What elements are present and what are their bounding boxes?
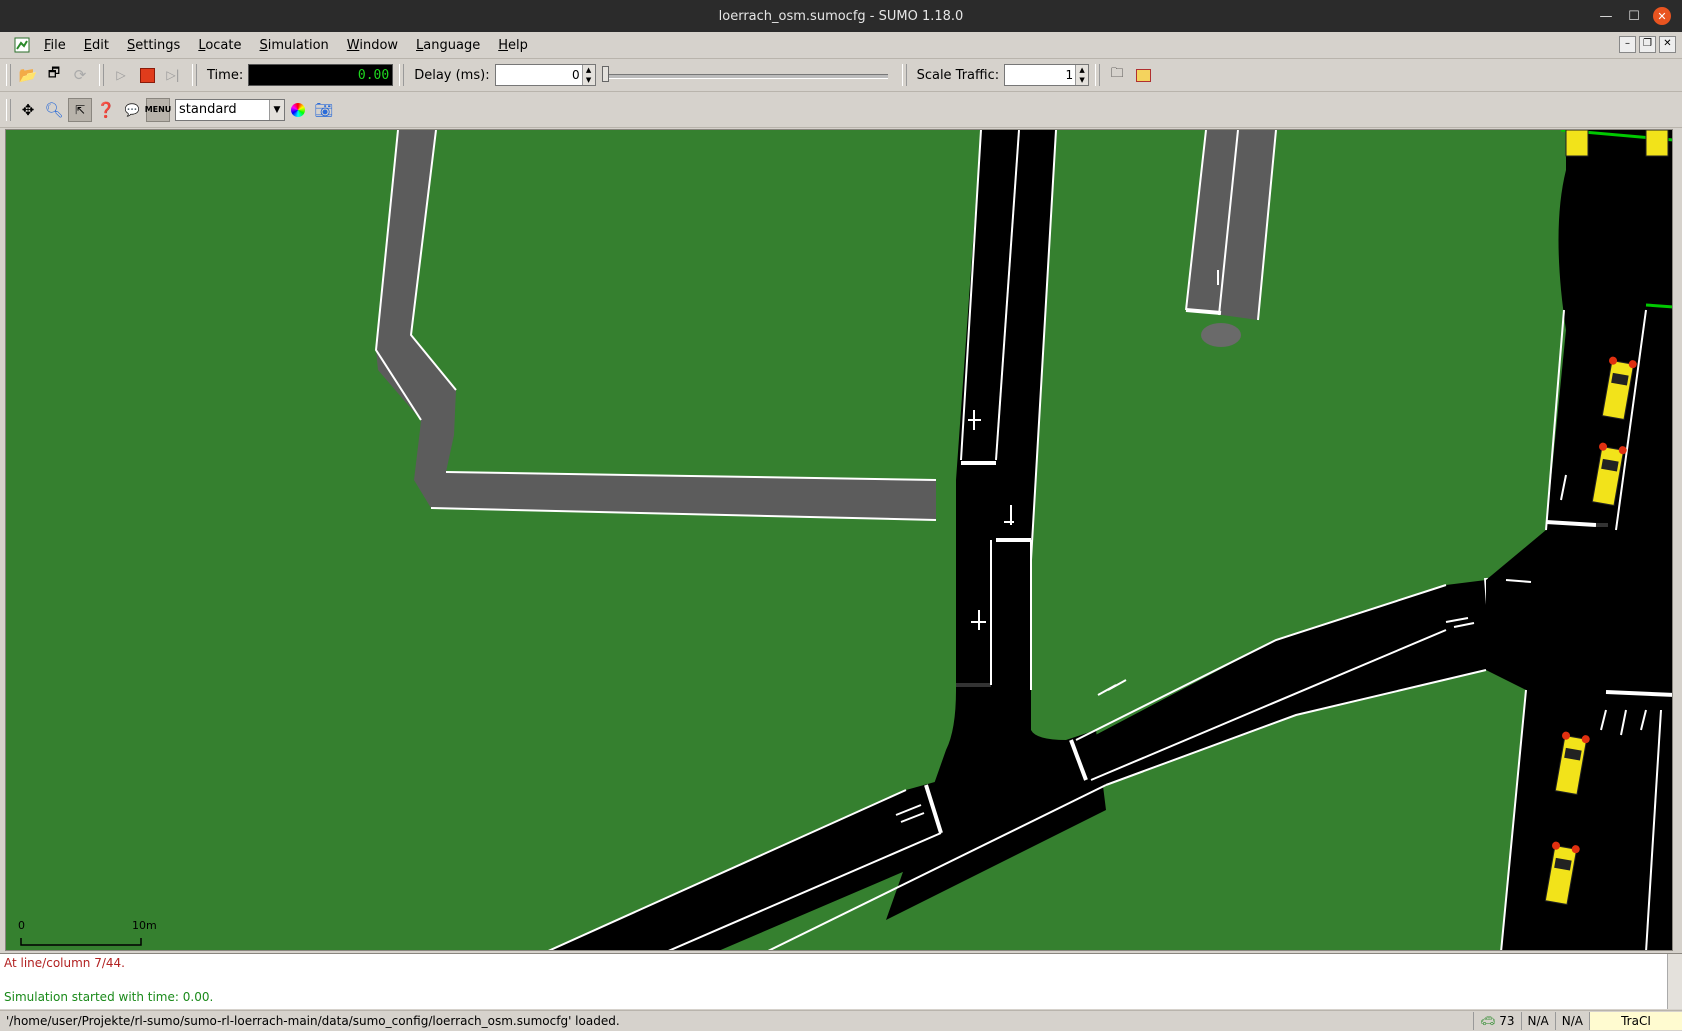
view-toolbar: ✥ 🔍︎ ⇱ ❓ 💬 MENU standard ▼ 📷︎ [0,92,1682,128]
toolbar-grip[interactable] [6,64,11,86]
toolbar-grip[interactable] [6,98,11,121]
edit-coloring-button[interactable] [286,98,310,122]
message-error-line: At line/column 7/44. [4,956,125,970]
scale-bar-end: 10m [132,919,157,932]
new-3d-view-button[interactable] [1131,63,1155,87]
message-info-line: Simulation started with time: 0.00. [4,990,214,1004]
step-icon: ▷| [166,68,180,82]
delay-slider[interactable] [601,64,892,86]
status-cell-2: N/A [1554,1012,1589,1030]
zoom-button[interactable]: 🔍︎ [42,98,66,122]
car-icon: 🚗︎ [1480,1014,1496,1028]
menu-bar: File Edit Settings Locate Simulation Window La… [0,32,1682,59]
vehicle[interactable] [1645,130,1669,157]
scale-bar-start: 0 [18,919,25,932]
close-button[interactable]: ✕ [1648,0,1676,32]
open-network-button[interactable]: 🗗 [42,63,66,87]
color-scheme-value: standard [179,102,237,117]
screenshot-button[interactable]: 📷︎ [312,98,336,122]
camera-icon: 📷︎ [314,100,334,119]
stop-icon [139,67,155,83]
toolbar-grip[interactable] [901,64,907,86]
toolbar-grip[interactable] [1095,64,1101,86]
simulation-toolbar: 📂 🗗 ⟳ ▷ ▷| Time: 0.00 Delay (ms): ▲▼ Sca… [0,59,1682,92]
minimize-button[interactable]: — [1592,0,1620,32]
network-view[interactable]: 0 10m [5,129,1673,951]
vehicle-count-value: 73 [1499,1014,1515,1028]
chart-icon [1135,68,1151,82]
menu-locate[interactable]: Locate [189,38,250,53]
run-button[interactable]: ▷ [109,63,133,87]
folder-open-icon: 📂 [18,66,38,84]
menu-help[interactable]: Help [489,38,537,53]
traci-indicator: TraCI [1589,1012,1682,1030]
status-text: '/home/user/Projekte/rl-sumo/sumo-rl-loe… [6,1014,620,1028]
recenter-view-button[interactable]: ✥ [16,98,40,122]
locate-button[interactable]: ❓ [94,98,118,122]
mdi-restore-button[interactable]: ❐ [1639,36,1656,53]
scale-traffic-label: Scale Traffic: [916,67,1000,83]
window-title: loerrach_osm.sumocfg - SUMO 1.18.0 [718,8,964,24]
menu-file[interactable]: File [35,38,75,53]
scale-traffic-input[interactable] [1005,66,1076,84]
message-scrollbar[interactable] [1667,954,1682,1009]
delay-slider-track [605,74,888,79]
delay-label: Delay (ms): [414,67,490,83]
select-mode-button[interactable]: ⇱ [68,97,92,122]
vehicle[interactable] [1565,130,1589,157]
menu-icon: MENU [144,105,172,114]
close-icon: ✕ [1653,7,1671,25]
app-icon [10,33,34,57]
menu-edit[interactable]: Edit [75,38,118,53]
new-view-button[interactable]: 🗀 [1105,63,1129,87]
menu-language[interactable]: Language [407,38,489,53]
menu-window[interactable]: Window [338,38,407,53]
toolbar-grip[interactable] [399,64,405,86]
message-window[interactable]: At line/column 7/44. Simulation started … [0,953,1682,1009]
vehicle-count: 🚗︎ 73 [1473,1012,1520,1030]
color-wheel-icon [291,102,305,117]
mdi-minimize-button[interactable]: – [1619,36,1636,53]
mdi-controls: – ❐ ✕ [1619,36,1676,53]
maximize-button[interactable]: ☐ [1620,0,1648,32]
move-icon: ✥ [21,100,35,119]
magnifier-icon: 🔍︎ [44,100,64,119]
time-label: Time: [207,67,244,83]
status-cell-1: N/A [1520,1012,1555,1030]
network-canvas[interactable]: 0 10m [6,130,1673,951]
scale-traffic-spinner[interactable]: ▲▼ [1004,64,1090,86]
delay-slider-thumb[interactable] [601,66,609,82]
folder-icon: 🗀 [1110,66,1124,81]
cursor-icon: ⇱ [74,102,86,117]
menu-simulation[interactable]: Simulation [251,38,338,53]
chevron-down-icon[interactable]: ▼ [269,99,284,120]
time-display: 0.00 [248,64,394,86]
color-scheme-select[interactable]: standard ▼ [175,98,285,121]
toggle-tooltips-button[interactable]: 💬 [120,98,144,122]
scale-traffic-spinner-arrows[interactable]: ▲ ▼ [1075,65,1089,85]
tooltip-icon: 💬 [124,102,140,117]
step-button[interactable]: ▷| [161,63,185,87]
menu-settings[interactable]: Settings [118,38,189,53]
open-simulation-button[interactable]: 📂 [16,63,40,87]
reload-icon: ⟳ [73,66,87,84]
delay-input[interactable] [495,66,582,84]
delay-spinner-arrows[interactable]: ▲ ▼ [581,65,595,85]
mdi-close-button[interactable]: ✕ [1659,36,1676,53]
network-open-icon: 🗗 [47,66,61,81]
locate-icon: ❓ [96,100,116,119]
window-controls: — ☐ ✕ [1592,0,1676,32]
toolbar-grip[interactable] [99,64,104,86]
menu-toggle-button[interactable]: MENU [144,97,172,122]
toolbar-grip[interactable] [192,64,197,86]
delay-spinner[interactable]: ▲▼ [494,64,596,86]
window-title-bar: loerrach_osm.sumocfg - SUMO 1.18.0 — ☐ ✕ [0,0,1682,32]
play-icon: ▷ [116,68,126,82]
status-bar: '/home/user/Projekte/rl-sumo/sumo-rl-loe… [0,1010,1682,1031]
reload-button[interactable]: ⟳ [68,63,92,87]
stop-button[interactable] [135,63,159,87]
